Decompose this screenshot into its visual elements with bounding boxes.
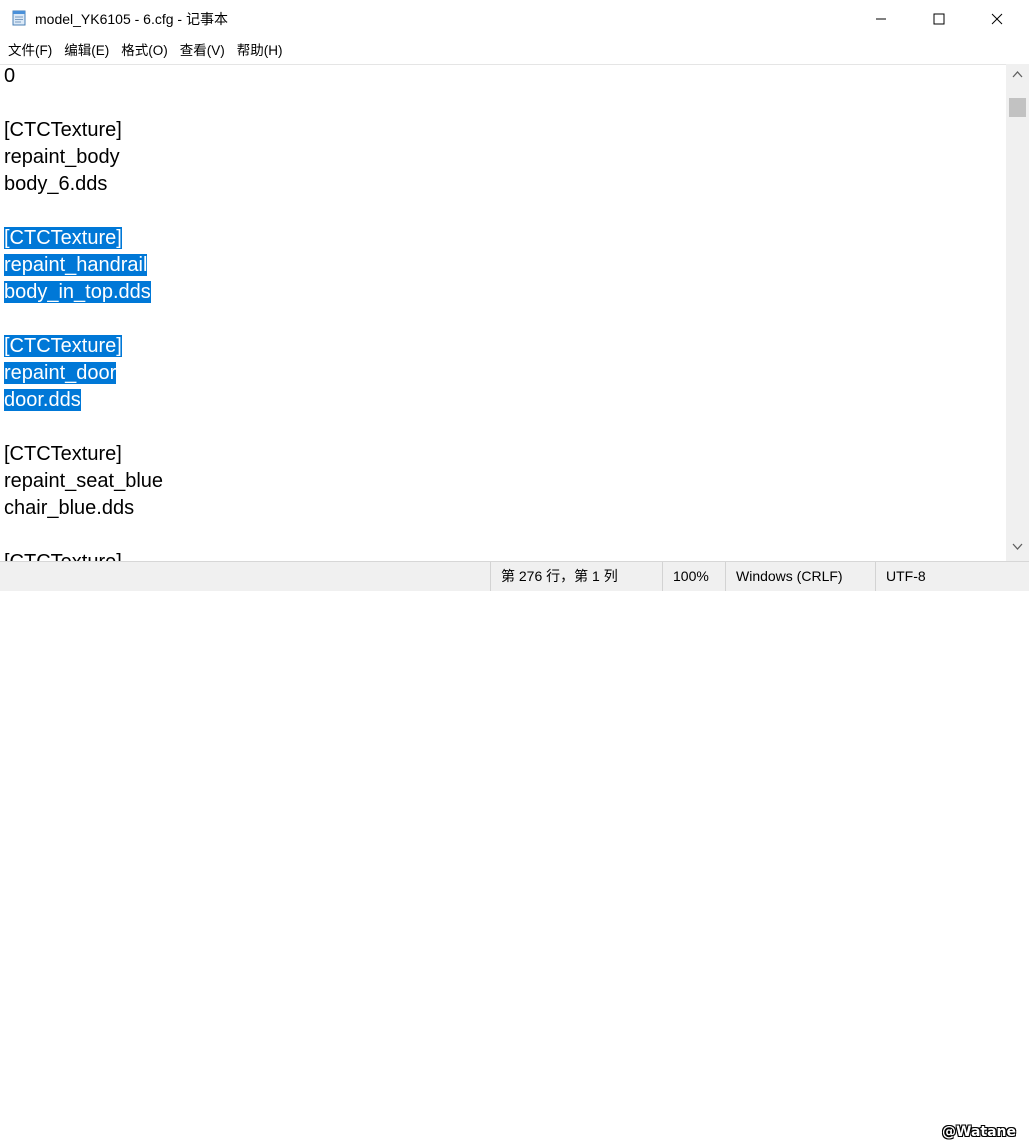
scroll-up-arrow-icon[interactable] <box>1012 70 1023 78</box>
window-title: model_YK6105 - 6.cfg - 记事本 <box>35 11 228 27</box>
editor-line-text: repaint_seat_blue <box>4 470 164 492</box>
editor-line: [CTCTexture] <box>4 225 122 252</box>
editor-line: [CTCTexture] <box>4 117 122 144</box>
editor-line-text: body_in_top.dds <box>4 281 151 303</box>
status-encoding: UTF-8 <box>875 562 946 591</box>
menu-format[interactable]: 格式(O) <box>117 39 172 63</box>
menu-file[interactable]: 文件(F) <box>4 39 56 63</box>
notepad-icon <box>12 10 26 26</box>
editor-line: repaint_door <box>4 360 117 387</box>
editor-line-text: [CTCTexture] <box>4 227 122 249</box>
close-icon <box>991 13 1003 25</box>
editor-line-text: [CTCTexture] <box>4 443 122 465</box>
editor-line: repaint_handrail <box>4 252 148 279</box>
editor-line-text: door.dds <box>4 389 81 411</box>
editor-line: [CTCTexture] <box>4 441 122 468</box>
status-line-ending: Windows (CRLF) <box>725 562 864 591</box>
editor-line: chair_blue.dds <box>4 495 134 522</box>
menu-bar: 文件(F) 编辑(E) 格式(O) 查看(V) 帮助(H) <box>0 38 1029 64</box>
title-bar[interactable]: model_YK6105 - 6.cfg - 记事本 <box>0 0 1029 38</box>
editor-line: repaint_body <box>4 144 120 171</box>
menu-edit[interactable]: 编辑(E) <box>60 39 113 63</box>
scroll-down-arrow-icon[interactable] <box>1012 543 1023 551</box>
minimize-icon <box>876 18 886 20</box>
minimize-button[interactable] <box>852 0 910 38</box>
scrollbar-thumb[interactable] <box>1009 98 1026 117</box>
menu-help[interactable]: 帮助(H) <box>233 39 287 63</box>
editor-line-text: repaint_door <box>4 362 117 384</box>
status-zoom: 100% <box>662 562 713 591</box>
editor-line-text: chair_blue.dds <box>4 497 135 519</box>
editor-line: 0 <box>4 65 16 90</box>
editor-line: body_6.dds <box>4 171 107 198</box>
maximize-button[interactable] <box>910 0 968 38</box>
menu-view[interactable]: 查看(V) <box>176 39 229 63</box>
close-button[interactable] <box>968 0 1026 38</box>
editor-line-text: 0 <box>4 65 16 87</box>
watermark: @Watane <box>942 1124 1016 1140</box>
editor-line-text: body_6.dds <box>4 173 108 195</box>
editor-line: repaint_seat_blue <box>4 468 163 495</box>
editor-line-text: repaint_body <box>4 146 120 168</box>
status-cursor-position: 第 276 行，第 1 列 <box>490 562 651 591</box>
editor-line-text: repaint_handrail <box>4 254 148 276</box>
status-bar: 第 276 行，第 1 列 100% Windows (CRLF) UTF-8 … <box>0 561 1029 1140</box>
editor-line: [CTCTexture] <box>4 333 122 360</box>
editor-line-text: [CTCTexture] <box>4 335 122 357</box>
editor-line: door.dds <box>4 387 81 414</box>
maximize-icon <box>933 13 945 25</box>
vertical-scrollbar[interactable] <box>1006 64 1029 561</box>
text-editor[interactable]: 0 [CTCTexture] repaint_body body_6.dds [CTCT… <box>0 64 1006 562</box>
editor-line: body_in_top.dds <box>4 279 151 306</box>
editor-line-text: [CTCTexture] <box>4 119 122 141</box>
